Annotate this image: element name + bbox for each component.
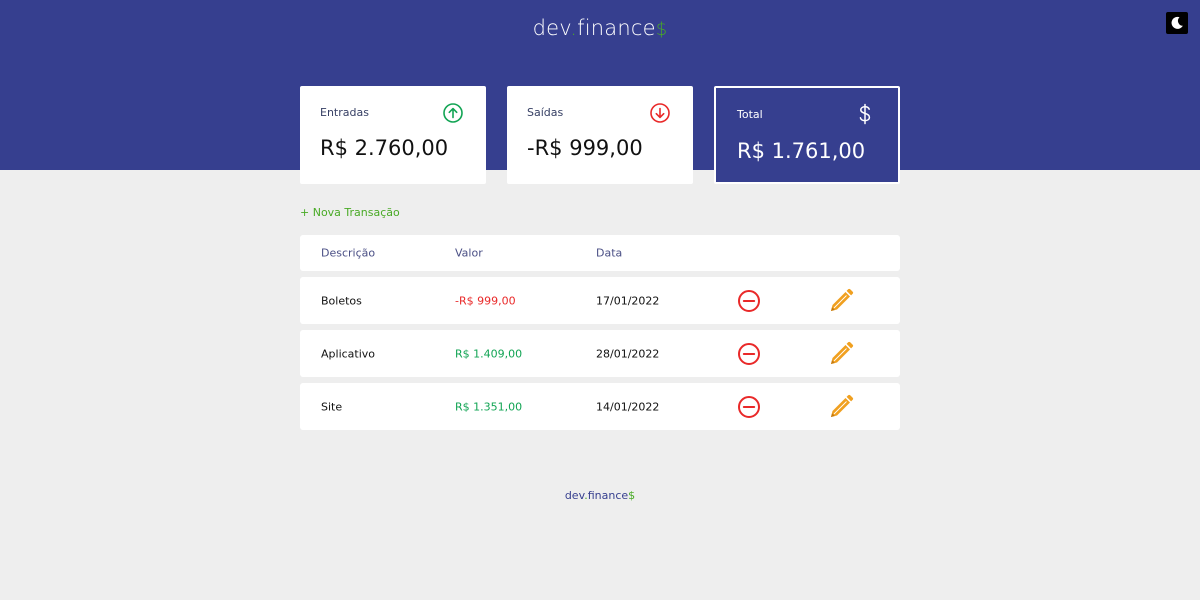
table-row: Aplicativo R$ 1.409,00 28/01/2022 [300,330,900,377]
new-transaction-link[interactable]: + Nova Transação [300,206,400,219]
transaction-description: Site [321,400,343,413]
edit-transaction-button[interactable] [828,288,854,314]
minus-circle-icon [738,395,760,418]
arrow-up-circle-icon [443,103,463,123]
footer-logo-currency: $ [628,489,636,502]
arrow-down-circle-icon [650,103,670,123]
theme-toggle-button[interactable] [1166,12,1188,34]
transaction-amount: R$ 1.351,00 [455,400,523,413]
transaction-description: Aplicativo [321,347,376,360]
footer-logo-main: dev [564,489,585,502]
logo-main: dev [532,16,571,40]
logo-suffix: finance [577,16,656,40]
pencil-icon [831,341,854,364]
income-label: Entradas [320,106,369,119]
expense-value: -R$ 999,00 [527,136,643,160]
moon-icon [1171,16,1183,29]
minus-circle-icon [738,342,760,365]
edit-transaction-button[interactable] [828,394,854,420]
logo: dev.finance$ [0,16,1200,40]
footer-logo-suffix: finance [587,489,629,502]
column-header-description: Descrição [321,246,376,260]
expense-card: Saídas -R$ 999,00 [507,86,693,184]
total-card: Total R$ 1.761,00 [714,86,900,184]
edit-transaction-button[interactable] [828,341,854,367]
income-value: R$ 2.760,00 [320,136,449,160]
expense-label: Saídas [527,106,564,119]
column-header-date: Data [596,246,623,260]
table-row: Site R$ 1.351,00 14/01/2022 [300,383,900,430]
transaction-amount: -R$ 999,00 [455,294,516,307]
transaction-date: 14/01/2022 [596,400,660,413]
total-value: R$ 1.761,00 [737,139,866,163]
pencil-icon [831,288,854,311]
income-card: Entradas R$ 2.760,00 [300,86,486,184]
remove-transaction-button[interactable] [737,289,761,313]
logo-currency: $ [655,19,668,40]
transaction-date: 28/01/2022 [596,347,660,360]
transaction-amount: R$ 1.409,00 [455,347,523,360]
remove-transaction-button[interactable] [737,342,761,366]
minus-circle-icon [738,289,760,312]
total-label: Total [737,108,763,121]
table-row: Boletos -R$ 999,00 17/01/2022 [300,277,900,324]
transaction-description: Boletos [321,294,362,307]
table-header: Descrição Valor Data [300,235,900,271]
remove-transaction-button[interactable] [737,395,761,419]
transaction-date: 17/01/2022 [596,294,660,307]
dollar-icon [859,103,871,125]
pencil-icon [831,394,854,417]
footer-logo: dev.finance$ [0,489,1200,502]
column-header-value: Valor [455,246,483,260]
